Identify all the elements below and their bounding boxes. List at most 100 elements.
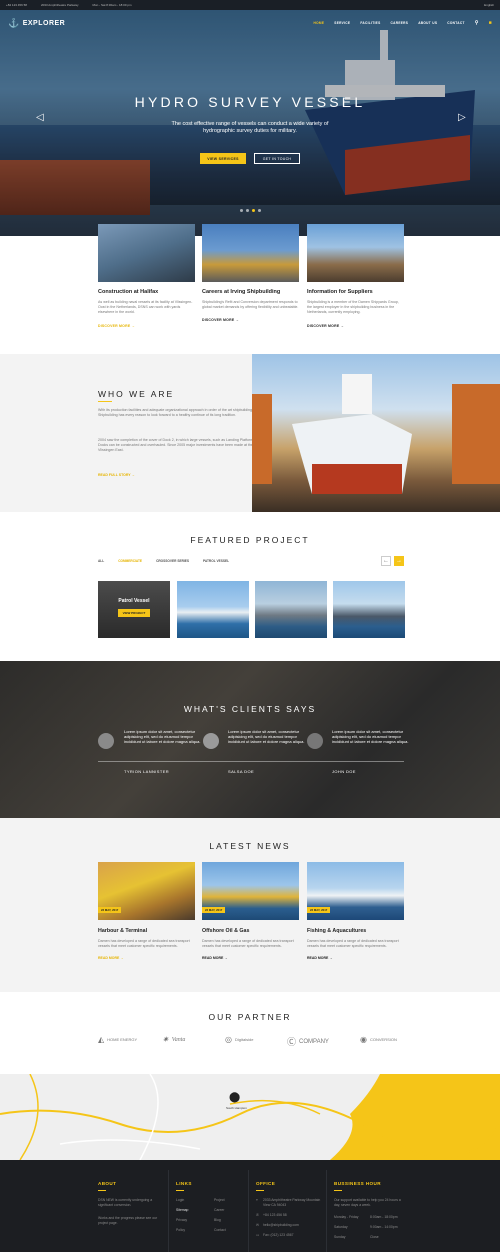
- search-icon[interactable]: ⚲: [475, 20, 479, 26]
- news-text: Damen has developed a range of dedicated…: [202, 939, 294, 949]
- discover-more-link[interactable]: DISCOVER MORE →: [98, 324, 195, 328]
- hours-day: Saturday: [334, 1225, 348, 1229]
- cart-icon[interactable]: ■: [489, 20, 492, 26]
- hours-time: 8:00am - 18:00pm: [370, 1215, 398, 1219]
- project-card[interactable]: [333, 581, 405, 638]
- footer-link[interactable]: Blog: [214, 1218, 221, 1223]
- next-slide-icon[interactable]: ▷: [458, 112, 466, 123]
- news-title-text[interactable]: Fishing & Aquacultures: [307, 928, 404, 934]
- testimonial-quote: Lorem ipsum dolor sit amet, consectetur …: [332, 729, 409, 745]
- service-text: Shipbuilding is a member of the Damen Sh…: [307, 300, 399, 315]
- slide-dot[interactable]: [252, 209, 255, 212]
- news-title-text[interactable]: Offshore Oil & Gas: [202, 928, 299, 934]
- partner-logo[interactable]: ✷ Vanta: [162, 1035, 185, 1044]
- project-filters: ALL COMMERCIATE CROSSOVER SERIES PATROL …: [98, 559, 229, 563]
- language-selector[interactable]: English: [484, 3, 494, 7]
- nav-item-home[interactable]: HOME: [314, 21, 325, 25]
- office-email[interactable]: hello@shipbuilding.com: [263, 1223, 299, 1228]
- slide-dot[interactable]: [246, 209, 249, 212]
- view-project-button[interactable]: VIEW PROJECT: [118, 609, 150, 617]
- map[interactable]: ⬤ South Hampton: [0, 1074, 500, 1160]
- address-text: 2033 Amphitheatre Parkway: [40, 3, 79, 7]
- footer-about-text: Works and the progress please see our pr…: [98, 1216, 158, 1225]
- next-project-button[interactable]: →: [394, 556, 404, 566]
- hours-text: Our support available to help you 24 hou…: [334, 1198, 401, 1207]
- filter-crossover[interactable]: CROSSOVER SERIES: [156, 559, 189, 563]
- who-text: 2004 saw the completion of the cover of …: [98, 438, 254, 453]
- partner-mark-icon: ◉: [360, 1035, 367, 1044]
- read-more-link[interactable]: READ MORE →: [307, 956, 404, 960]
- news-image: 23 MAY, 2017: [202, 862, 299, 920]
- filter-all[interactable]: ALL: [98, 559, 104, 563]
- nav-item-careers[interactable]: CAREERS: [391, 21, 409, 25]
- brand-logo[interactable]: ⚓ EXPLORER: [8, 18, 65, 29]
- hours-text: Mon - Sat 8:30am - 18:00 pm: [92, 3, 132, 7]
- get-in-touch-button[interactable]: GET IN TOUCH: [254, 153, 300, 164]
- nav-item-service[interactable]: SERVICE: [334, 21, 350, 25]
- nav-item-contact[interactable]: CONTACT: [447, 21, 464, 25]
- footer-link[interactable]: Contact: [214, 1228, 226, 1233]
- footer-link[interactable]: Privacy: [176, 1218, 187, 1223]
- testimonial-name: SALSA DOE: [228, 769, 255, 774]
- phone-text[interactable]: +84 123 456 58: [6, 3, 27, 7]
- mail-icon: ✉: [256, 1223, 259, 1227]
- footer-link[interactable]: Career: [214, 1208, 224, 1213]
- map-pin-icon[interactable]: ⬤: [229, 1092, 240, 1103]
- partner-logo[interactable]: ◭ HOME ENERGY: [98, 1035, 137, 1044]
- testimonials-title: WHAT'S CLIENTS SAYS: [183, 704, 317, 714]
- project-card[interactable]: [177, 581, 249, 638]
- project-card[interactable]: Patrol Vessel VIEW PROJECT: [98, 581, 170, 638]
- prev-slide-icon[interactable]: ◁: [36, 112, 44, 123]
- footer-link[interactable]: Login: [176, 1198, 184, 1203]
- location-icon: ⌖: [256, 1198, 258, 1202]
- service-title[interactable]: Information for Suppliers: [307, 289, 404, 295]
- service-card: Construction at Halifax As well as build…: [98, 224, 195, 328]
- news-title-text[interactable]: Harbour & Terminal: [98, 928, 195, 934]
- project-card[interactable]: [255, 581, 327, 638]
- service-image: [98, 224, 195, 282]
- office-fax: Fax: (012) 123 4567: [263, 1233, 294, 1237]
- service-title[interactable]: Construction at Halifax: [98, 289, 195, 295]
- discover-more-link[interactable]: DISCOVER MORE →: [202, 318, 299, 322]
- hero-subtitle: The cost effective range of vessels can …: [171, 121, 329, 134]
- read-more-link[interactable]: READ MORE →: [202, 956, 299, 960]
- hours-time: 9:00am - 14:00pm: [370, 1225, 398, 1229]
- dock-image: [252, 354, 500, 512]
- partner-logo[interactable]: ◉ CONVERSION: [360, 1035, 397, 1044]
- brand-name: EXPLORER: [22, 19, 66, 27]
- partner-logo[interactable]: ◎ Digitalside: [225, 1035, 253, 1044]
- filter-patrol[interactable]: PATROL VESSEL: [203, 559, 229, 563]
- service-image: [307, 224, 404, 282]
- partners-title: OUR PARTNER: [208, 1012, 292, 1022]
- slide-dot[interactable]: [240, 209, 243, 212]
- avatar: [98, 733, 114, 749]
- date-badge: 23 MAY, 2017: [98, 907, 122, 913]
- filter-commerciate[interactable]: COMMERCIATE: [118, 559, 142, 563]
- partner-mark-icon: ◭: [98, 1035, 105, 1044]
- slide-dot[interactable]: [258, 209, 261, 212]
- map-roads: [0, 1074, 500, 1160]
- footer-link[interactable]: Project: [214, 1198, 225, 1203]
- partner-mark-icon: Ⓒ: [287, 1037, 297, 1047]
- news-card: 23 MAY, 2017 Harbour & Terminal Damen ha…: [98, 862, 195, 960]
- nav-item-about[interactable]: ABOUT US: [418, 21, 437, 25]
- footer: [0, 1160, 500, 1252]
- avatar: [307, 733, 323, 749]
- footer-link[interactable]: Policy: [176, 1228, 185, 1233]
- office-phone[interactable]: +84 123 456 58: [263, 1213, 287, 1218]
- service-title[interactable]: Careers at Irving Shipbuilding: [202, 289, 299, 295]
- view-services-button[interactable]: VIEW SERVICES: [200, 153, 246, 164]
- footer-link[interactable]: Sitemap: [176, 1208, 188, 1213]
- top-bar: +84 123 456 58 2033 Amphitheatre Parkway…: [0, 0, 500, 10]
- read-more-link[interactable]: READ MORE →: [98, 956, 195, 960]
- read-full-story-link[interactable]: READ FULL STORY →: [98, 473, 135, 477]
- project-card-title: Patrol Vessel: [118, 598, 150, 604]
- date-badge: 23 MAY, 2017: [202, 907, 226, 913]
- nav-item-facilities[interactable]: FACILITIES: [360, 21, 380, 25]
- phone-icon: ✆: [256, 1213, 259, 1217]
- partner-logo[interactable]: Ⓒ COMPANY: [287, 1035, 329, 1048]
- office-address: 2033 Amphitheatre Parkway Mountain View …: [263, 1198, 321, 1207]
- hero-title: HYDRO SURVEY VESSEL: [134, 94, 366, 110]
- discover-more-link[interactable]: DISCOVER MORE →: [307, 324, 404, 328]
- prev-project-button[interactable]: ←: [381, 556, 391, 566]
